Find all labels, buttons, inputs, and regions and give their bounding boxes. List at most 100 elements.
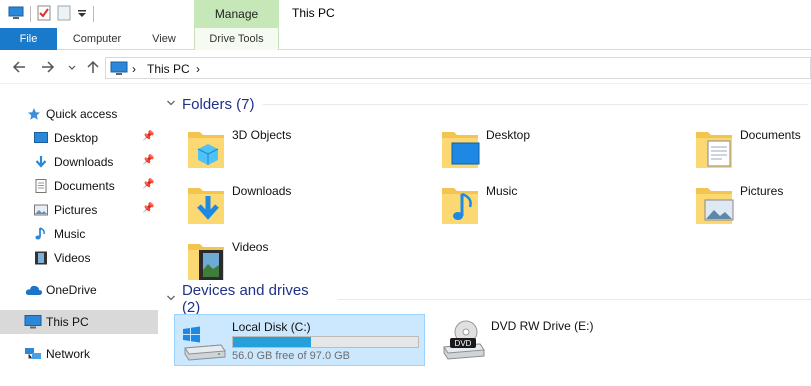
tab-file[interactable]: File: [0, 28, 57, 50]
dvd-badge: DVD: [455, 339, 472, 348]
music-note-icon: [34, 227, 48, 241]
dvd-drive-icon: DVD: [440, 320, 486, 360]
recent-locations-chevron-icon[interactable]: [64, 60, 80, 76]
folder-label: Documents: [740, 128, 801, 142]
documents-folder-icon: [694, 126, 734, 170]
manage-context-tab[interactable]: Manage: [194, 0, 279, 28]
folders-group-label: Folders (7): [182, 95, 255, 113]
drive-label: Local Disk (C:): [232, 320, 311, 334]
devices-group-label: Devices and drives (2): [181, 282, 309, 316]
nav-label: Pictures: [54, 203, 98, 217]
drive-local-disk-c[interactable]: Local Disk (C:) 56.0 GB free of 97.0 GB: [174, 314, 425, 366]
desktop-icon: [34, 131, 48, 145]
group-divider: [338, 298, 811, 300]
nav-label: Documents: [54, 179, 115, 193]
nav-label: Videos: [54, 251, 91, 265]
up-arrow-icon[interactable]: [85, 60, 101, 76]
nav-item-videos[interactable]: Videos: [0, 246, 158, 270]
breadcrumb-separator-icon[interactable]: ›: [132, 62, 136, 76]
properties-check-icon[interactable]: [37, 5, 51, 24]
drive-dvd-e[interactable]: DVD DVD RW Drive (E:): [434, 314, 674, 366]
document-icon: [34, 179, 48, 193]
pictures-folder-icon: [694, 182, 734, 226]
computer-icon: [110, 61, 128, 79]
chevron-down-icon[interactable]: [166, 98, 178, 111]
devices-group-header[interactable]: Devices and drives (2): [166, 282, 811, 316]
network-icon: [24, 347, 42, 361]
pin-icon[interactable]: 📌: [142, 155, 154, 166]
videos-folder-icon: [186, 238, 226, 282]
group-divider: [262, 103, 808, 105]
nav-label: Music: [54, 227, 86, 241]
nav-label: Desktop: [54, 131, 99, 145]
address-path[interactable]: › This PC ›: [105, 57, 811, 79]
nav-label: Downloads: [54, 155, 114, 169]
folder-music[interactable]: Music: [440, 182, 680, 232]
folder-label: Videos: [232, 240, 269, 254]
folder-pictures[interactable]: Pictures: [694, 182, 811, 232]
nav-item-onedrive[interactable]: OneDrive: [0, 278, 158, 302]
window-title: This PC: [292, 6, 335, 20]
picture-icon: [34, 203, 48, 217]
pin-icon[interactable]: 📌: [142, 203, 154, 214]
tab-drive-tools[interactable]: Drive Tools: [194, 28, 279, 50]
nav-label: Quick access: [46, 107, 118, 121]
new-folder-icon[interactable]: [57, 5, 71, 24]
folder-downloads[interactable]: Downloads: [186, 182, 426, 232]
nav-item-downloads[interactable]: Downloads 📌: [0, 150, 158, 174]
computer-icon: [24, 315, 42, 329]
folder-desktop[interactable]: Desktop: [440, 126, 680, 176]
address-bar: › This PC ›: [0, 52, 811, 84]
breadcrumb-separator-icon[interactable]: ›: [196, 62, 200, 76]
cloud-icon: [25, 283, 43, 297]
nav-label: OneDrive: [46, 283, 97, 297]
drive-free-space: 56.0 GB free of 97.0 GB: [232, 350, 351, 362]
pin-icon[interactable]: 📌: [142, 131, 154, 142]
pin-icon[interactable]: 📌: [142, 179, 154, 190]
desktop-folder-icon: [440, 126, 480, 170]
toolbar-separator: [30, 6, 31, 22]
nav-item-quick-access[interactable]: Quick access: [0, 102, 158, 126]
nav-item-pictures[interactable]: Pictures 📌: [0, 198, 158, 222]
chevron-down-icon[interactable]: [166, 293, 178, 306]
nav-item-documents[interactable]: Documents 📌: [0, 174, 158, 198]
nav-label: This PC: [46, 315, 89, 329]
drive-usage-fill: [233, 337, 311, 347]
manage-label: Manage: [214, 7, 259, 21]
downloads-folder-icon: [186, 182, 226, 226]
drive-label: DVD RW Drive (E:): [491, 319, 594, 333]
folder-label: Desktop: [486, 128, 531, 142]
title-bar: Manage This PC: [0, 0, 811, 28]
music-folder-icon: [440, 182, 480, 226]
folder-label: Music: [486, 184, 518, 198]
navigation-pane: Quick access Desktop 📌 Downloads 📌 Docum…: [0, 92, 158, 386]
computer-icon[interactable]: [8, 6, 24, 23]
tab-view[interactable]: View: [139, 28, 189, 50]
customize-dropdown-icon[interactable]: [77, 7, 87, 21]
film-icon: [34, 251, 48, 265]
nav-item-this-pc[interactable]: This PC: [0, 310, 158, 334]
nav-item-network[interactable]: Network: [0, 342, 158, 366]
breadcrumb-this-pc[interactable]: This PC: [147, 62, 190, 76]
nav-label: Network: [46, 347, 91, 361]
ribbon-tabs: File Computer View Drive Tools: [0, 28, 811, 50]
forward-arrow-icon[interactable]: [40, 60, 56, 76]
nav-item-desktop[interactable]: Desktop 📌: [0, 126, 158, 150]
back-arrow-icon[interactable]: [11, 60, 27, 76]
folders-group-header[interactable]: Folders (7): [166, 94, 808, 114]
download-arrow-icon: [34, 155, 48, 169]
nav-item-music[interactable]: Music: [0, 222, 158, 246]
quick-access-toolbar: [8, 4, 94, 24]
drive-usage-bar: [232, 336, 419, 348]
folder-documents[interactable]: Documents: [694, 126, 811, 176]
windows-drive-icon: [181, 321, 227, 361]
folder-label: Pictures: [740, 184, 784, 198]
folder-label: Downloads: [232, 184, 292, 198]
folder-videos[interactable]: Videos: [186, 238, 426, 288]
toolbar-separator: [93, 6, 94, 22]
star-icon: [27, 107, 41, 121]
3d-objects-folder-icon: [186, 126, 226, 170]
folder-3d-objects[interactable]: 3D Objects: [186, 126, 426, 176]
tab-computer[interactable]: Computer: [62, 28, 132, 50]
folder-label: 3D Objects: [232, 128, 292, 142]
